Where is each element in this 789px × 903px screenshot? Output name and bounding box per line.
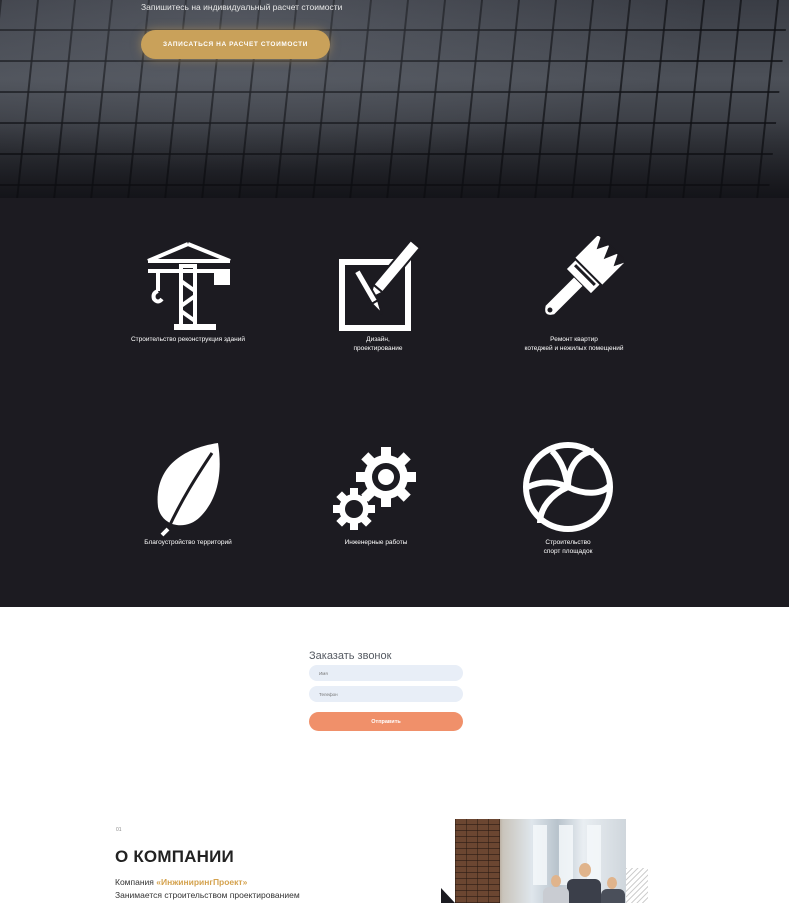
- service-item-construction[interactable]: Строительство реконструкция зданий: [88, 236, 288, 345]
- callback-form: Заказать звонок Отправить: [309, 650, 464, 731]
- service-item-design[interactable]: Дизайн, проектирование: [278, 236, 478, 353]
- service-label: Благоустройство территорий: [144, 539, 232, 546]
- leaf-icon: [157, 443, 220, 537]
- service-label: Инженерные работы: [344, 539, 408, 546]
- calculate-cost-button[interactable]: Записаться на расчет стоимости: [141, 30, 330, 59]
- service-label: Строительство реконструкция зданий: [130, 336, 246, 343]
- service-item-landscaping[interactable]: Благоустройство территорий: [88, 439, 288, 548]
- company-name: «ИнжинирингПроект»: [156, 877, 248, 887]
- volleyball-icon: [523, 442, 613, 532]
- callback-title: Заказать звонок: [309, 650, 392, 662]
- service-item-engineering[interactable]: Инженерные работы: [276, 439, 476, 548]
- decorative-stripes: [626, 868, 648, 903]
- service-label: Дизайн, проектирование: [353, 336, 403, 352]
- crane-icon: [147, 242, 231, 330]
- service-label: Строительство спорт площадок: [543, 539, 593, 555]
- hero-banner: Запишитесь на индивидуальный расчет стои…: [0, 0, 789, 198]
- about-text-line: Занимается строительством проектирование…: [115, 890, 300, 900]
- service-item-renovation[interactable]: Ремонт квартир котеджей и нежилых помеще…: [474, 236, 674, 353]
- submit-button[interactable]: Отправить: [309, 712, 463, 731]
- name-input[interactable]: [309, 665, 463, 681]
- paint-brush-icon: [545, 236, 624, 315]
- service-item-sports-grounds[interactable]: Строительство спорт площадок: [468, 439, 668, 556]
- about-text-prefix: Компания: [115, 877, 157, 887]
- service-label: Ремонт квартир котеджей и нежилых помеще…: [524, 336, 624, 352]
- section-number: 01: [116, 827, 122, 833]
- gears-icon: [333, 447, 416, 530]
- about-text-line: Компания «ИнжинирингПроект»: [115, 877, 247, 887]
- decorative-triangle: [441, 888, 455, 903]
- design-tools-icon: [339, 238, 422, 331]
- phone-input[interactable]: [309, 686, 463, 702]
- about-photo: [455, 819, 626, 903]
- hero-subtitle: Запишитесь на индивидуальный расчет стои…: [141, 2, 343, 12]
- about-title: О КОМПАНИИ: [115, 847, 234, 866]
- services-section: Строительство реконструкция зданий Дизай…: [0, 198, 789, 607]
